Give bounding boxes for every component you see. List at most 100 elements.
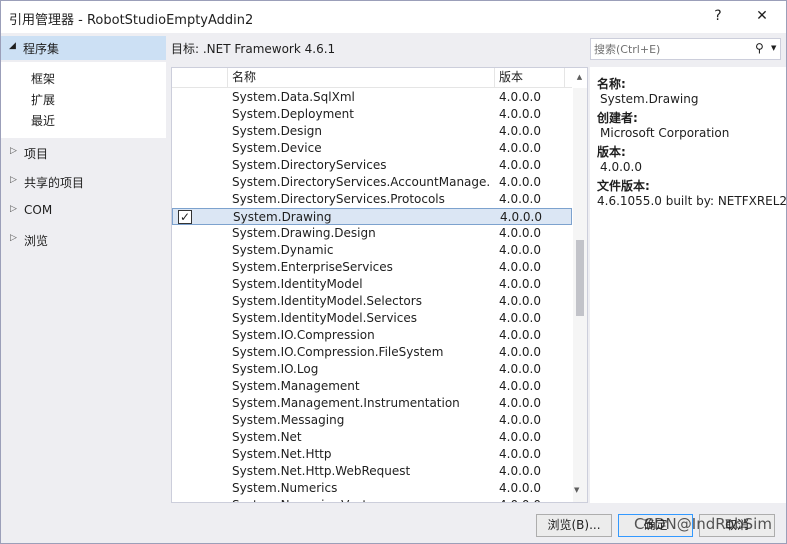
table-row[interactable]: System.IdentityModel.Services 4.0.0.0 — [172, 310, 572, 327]
column-header-version[interactable]: 版本 — [495, 68, 565, 88]
row-version: 4.0.0.0 — [499, 107, 541, 121]
row-name: System.IdentityModel — [232, 277, 363, 291]
row-name: System.EnterpriseServices — [232, 260, 393, 274]
nav-item-com[interactable]: ▷ COM — [1, 201, 166, 223]
row-name: System.Deployment — [232, 107, 354, 121]
nav-item-browse-label: 浏览 — [24, 234, 49, 248]
row-name: System.DirectoryServices.Protocols — [232, 192, 445, 206]
detail-version-label: 版本: — [597, 145, 626, 159]
detail-creator-value: Microsoft Corporation — [600, 126, 730, 140]
close-button[interactable]: ✕ — [745, 4, 779, 28]
collapsed-triangle-icon: ▷ — [10, 175, 17, 185]
vertical-scrollbar[interactable]: ▼ — [573, 88, 587, 502]
nav-item-extensions[interactable]: 扩展 — [31, 91, 55, 108]
scroll-up-icon[interactable]: ▲ — [572, 68, 587, 88]
nav-item-projects-label: 项目 — [24, 147, 49, 161]
row-name: System.Messaging — [232, 413, 345, 427]
row-version: 4.0.0.0 — [499, 379, 541, 393]
row-name: System.IO.Compression — [232, 328, 375, 342]
table-row[interactable]: System.Net.Http.WebRequest 4.0.0.0 — [172, 463, 572, 480]
nav-item-projects[interactable]: ▷ 项目 — [1, 143, 166, 165]
column-header-name[interactable]: 名称 — [228, 68, 495, 88]
nav-item-shared-projects-label: 共享的项目 — [24, 176, 85, 190]
title-bar: 引用管理器 - RobotStudioEmptyAddin2 ? ✕ — [1, 1, 786, 33]
row-name: System.Net.Http.WebRequest — [232, 464, 411, 478]
table-row[interactable]: System.DirectoryServices.Protocols 4.0.0.… — [172, 191, 572, 208]
row-version: 4.0.0.0 — [499, 362, 541, 376]
nav-assemblies[interactable]: ◢ 程序集 — [1, 36, 166, 60]
scrollbar-thumb[interactable] — [576, 240, 584, 316]
row-name: System.IdentityModel.Selectors — [232, 294, 422, 308]
row-version: 4.0.0.0 — [499, 243, 541, 257]
collapsed-triangle-icon: ▷ — [10, 233, 17, 243]
search-input[interactable] — [594, 41, 744, 57]
table-row[interactable]: System.Data.SqlXml 4.0.0.0 — [172, 89, 572, 106]
browse-button[interactable]: 浏览(B)... — [536, 514, 612, 537]
row-name: System.IdentityModel.Services — [232, 311, 417, 325]
detail-file-version-value: 4.6.1055.0 built by: NETFXREL2 — [597, 194, 787, 208]
table-row[interactable]: System.Management 4.0.0.0 — [172, 378, 572, 395]
row-version: 4.0.0.0 — [499, 311, 541, 325]
row-version: 4.0.0.0 — [499, 481, 541, 495]
table-row[interactable]: System.DirectoryServices.AccountManage..… — [172, 174, 572, 191]
nav-item-com-label: COM — [24, 203, 53, 217]
row-name: System.IO.Compression.FileSystem — [232, 345, 444, 359]
row-version: 4.0.0.0 — [499, 158, 541, 172]
help-button[interactable]: ? — [701, 4, 735, 28]
table-row[interactable]: System.Device 4.0.0.0 — [172, 140, 572, 157]
row-name: System.Numerics.Vectors — [232, 498, 490, 502]
detail-creator-label: 创建者: — [597, 111, 638, 125]
table-row[interactable]: System.IdentityModel 4.0.0.0 — [172, 276, 572, 293]
table-row[interactable]: System.Messaging 4.0.0.0 — [172, 412, 572, 429]
table-row[interactable]: System.Drawing.Design 4.0.0.0 — [172, 225, 572, 242]
row-version: 4.0.0.0 — [500, 210, 542, 224]
nav-item-framework[interactable]: 框架 — [31, 70, 55, 87]
table-row[interactable]: System.Management.Instrumentation 4.0.0.0 — [172, 395, 572, 412]
table-row[interactable]: System.Dynamic 4.0.0.0 — [172, 242, 572, 259]
row-name: System.Drawing.Design — [232, 226, 376, 240]
table-row[interactable]: System.Numerics 4.0.0.0 — [172, 480, 572, 497]
row-version: 4.0.0.0 — [499, 447, 541, 461]
chevron-down-icon[interactable]: ▼ — [771, 44, 776, 52]
left-navigation: ◢ 程序集 框架 扩展 最近 ▷ 项目 ▷ 共享的项目 ▷ COM ▷ 浏览 — [1, 33, 166, 503]
row-name: System.DirectoryServices — [232, 158, 387, 172]
expanded-triangle-icon: ◢ — [9, 41, 16, 51]
table-row[interactable]: System.Net 4.0.0.0 — [172, 429, 572, 446]
table-row[interactable]: System.DirectoryServices 4.0.0.0 — [172, 157, 572, 174]
row-name: System.Management — [232, 379, 360, 393]
table-row[interactable]: System.IO.Compression 4.0.0.0 — [172, 327, 572, 344]
scroll-down-icon[interactable]: ▼ — [574, 486, 579, 494]
row-version: 4.0.0.0 — [499, 294, 541, 308]
row-name: System.Net — [232, 430, 302, 444]
checkbox[interactable]: ✓ — [178, 210, 192, 224]
list-rows: System.Data.SqlXml 4.0.0.0 System.Deployme… — [172, 89, 572, 502]
row-version: 4.0.0.0 — [499, 345, 541, 359]
table-row[interactable]: System.IdentityModel.Selectors 4.0.0.0 — [172, 293, 572, 310]
row-name: System.IO.Log — [232, 362, 319, 376]
detail-name-label: 名称: — [597, 77, 626, 91]
row-version: 4.0.0.0 — [499, 328, 541, 342]
row-name: System.Management.Instrumentation — [232, 396, 460, 410]
table-row[interactable]: System.Design 4.0.0.0 — [172, 123, 572, 140]
watermark: CSDN@IndRobSim — [634, 515, 772, 533]
row-name: System.Device — [232, 141, 322, 155]
nav-item-shared-projects[interactable]: ▷ 共享的项目 — [1, 172, 166, 194]
nav-item-recent[interactable]: 最近 — [31, 112, 55, 129]
column-header-check — [172, 68, 228, 88]
detail-file-version-label: 文件版本: — [597, 179, 650, 193]
table-row[interactable]: System.EnterpriseServices 4.0.0.0 — [172, 259, 572, 276]
row-version: 4.0.0.0 — [499, 430, 541, 444]
row-version: 4.0.0.0 — [499, 464, 541, 478]
table-row[interactable]: System.Numerics.Vectors 4.0.0.0 — [172, 497, 572, 502]
reference-manager-dialog: 引用管理器 - RobotStudioEmptyAddin2 ? ✕ ◢ 程序集… — [0, 0, 787, 544]
nav-item-browse[interactable]: ▷ 浏览 — [1, 230, 166, 252]
table-row[interactable]: System.IO.Compression.FileSystem 4.0.0.0 — [172, 344, 572, 361]
row-version: 4.0.0.0 — [499, 260, 541, 274]
table-row[interactable]: System.IO.Log 4.0.0.0 — [172, 361, 572, 378]
row-name: System.DirectoryServices.AccountManage..… — [232, 175, 490, 189]
search-icon[interactable]: ⚲ — [755, 41, 764, 55]
table-row[interactable]: System.Net.Http 4.0.0.0 — [172, 446, 572, 463]
table-row[interactable]: ✓ System.Drawing 4.0.0.0 — [172, 208, 572, 225]
search-box[interactable]: ⚲ ▼ — [590, 38, 781, 60]
table-row[interactable]: System.Deployment 4.0.0.0 — [172, 106, 572, 123]
